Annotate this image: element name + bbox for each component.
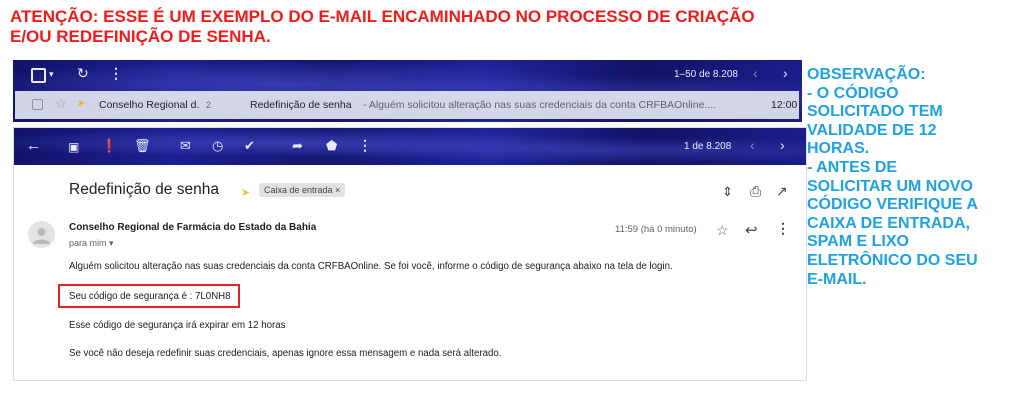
note-line: - ANTES DE [807,158,898,176]
open-new-window-icon[interactable]: ↗ [776,183,788,200]
note-line: HORAS. [807,140,870,158]
inbox-label-text: Caixa de entrada [264,185,333,195]
more-vert-icon[interactable]: ⋮ [776,220,790,237]
inbox-panel: ▾ ↻ ⋮ 1–50 de 8.208 ‹ › ☆ ➤ Conselho Reg… [13,60,802,122]
observation-note: OBSERVAÇÃO: - O CÓDIGO SOLICITADO TEM VA… [807,66,1017,289]
chevron-left-icon[interactable]: ‹ [750,137,755,153]
chevron-right-icon[interactable]: › [783,65,788,81]
mark-unread-icon[interactable]: ✉ [180,138,191,154]
body-line: Esse código de segurança irá expirar em … [69,320,286,331]
message-toolbar: ← ▣ ❗ 🗑 ✉ ◷ ✔ ➦ ⬟ ⋮ 1 de 8.208 ‹ › [14,128,806,165]
add-task-icon[interactable]: ✔ [244,138,255,154]
reply-icon[interactable]: ↩ [745,221,758,239]
inbox-label-chip[interactable]: Caixa de entrada × [259,183,346,197]
back-arrow-icon[interactable]: ← [26,138,41,154]
pagination-text: 1–50 de 8.208 [674,69,738,80]
security-code-line: Seu código de segurança é : 7L0NH8 [69,291,231,302]
note-line: CÓDIGO VERIFIQUE A [807,196,978,214]
row-thread-count: 2 [206,100,212,110]
note-line: SOLICITAR UM NOVO [807,177,973,195]
message-panel: ← ▣ ❗ 🗑 ✉ ◷ ✔ ➦ ⬟ ⋮ 1 de 8.208 ‹ › Redef… [13,127,807,381]
note-line: SPAM E LIXO [807,233,909,251]
body-line: Alguém solicitou alteração nas suas cred… [69,261,673,272]
report-spam-icon[interactable]: ❗ [101,138,117,154]
row-subject: Redefinição de senha [250,99,352,111]
star-icon[interactable]: ☆ [55,96,67,112]
move-to-icon[interactable]: ➦ [292,138,303,154]
importance-marker-icon[interactable]: ➤ [77,98,85,109]
refresh-icon[interactable]: ↻ [77,65,89,81]
message-pagination: 1 de 8.208 [684,141,732,152]
note-line: CAIXA DE ENTRADA, [807,214,970,232]
warning-banner: ATENÇÃO: ESSE É UM EXEMPLO DO E-MAIL ENC… [10,7,810,47]
row-sender: Conselho Regional d. [99,99,200,111]
select-all-checkbox[interactable] [31,68,46,83]
label-icon[interactable]: ⬟ [326,138,337,154]
row-time: 12:00 [771,99,798,111]
importance-marker-icon[interactable]: ➤ [241,186,250,199]
row-snippet: - Alguém solicitou alteração nas suas cr… [363,99,717,111]
chevron-right-icon[interactable]: › [780,137,785,153]
warning-line-2: E/OU REDEFINIÇÃO DE SENHA. [10,27,271,46]
chevron-down-icon[interactable]: ▾ [109,238,114,248]
more-vert-icon[interactable]: ⋮ [358,137,372,153]
chevron-down-icon[interactable]: ▾ [49,66,54,82]
avatar [28,221,55,248]
message-time: 11:59 (há 0 minuto) [615,224,697,235]
snooze-icon[interactable]: ◷ [212,138,223,154]
body-line: Se você não deseja redefinir suas creden… [69,348,502,359]
warning-line-1: ATENÇÃO: ESSE É UM EXEMPLO DO E-MAIL ENC… [10,7,755,26]
star-icon[interactable]: ☆ [716,222,729,239]
more-vert-icon[interactable]: ⋮ [109,65,123,81]
note-line: E-MAIL. [807,270,867,288]
recipient-text: para mim [69,238,107,248]
inbox-toolbar: ▾ ↻ ⋮ 1–50 de 8.208 ‹ › [13,60,802,89]
message-subject: Redefinição de senha [69,181,219,198]
delete-icon[interactable]: 🗑 [134,138,151,154]
email-row[interactable]: ☆ ➤ Conselho Regional d. 2 Redefinição d… [15,91,799,119]
note-line: VALIDADE DE 12 [807,121,937,139]
sender-name[interactable]: Conselho Regional de Farmácia do Estado … [69,222,316,233]
note-line: - O CÓDIGO [807,84,899,102]
note-line: SOLICITADO TEM [807,103,943,121]
row-checkbox[interactable] [32,99,43,110]
print-icon[interactable]: ⎙ [750,183,761,200]
note-line: ELETRÔNICO DO SEU [807,251,978,269]
archive-icon[interactable]: ▣ [68,139,79,155]
chevron-left-icon[interactable]: ‹ [753,65,758,81]
note-line: OBSERVAÇÃO: [807,66,926,83]
expand-collapse-icon[interactable]: ⇕ [722,184,733,200]
recipient-line[interactable]: para mim ▾ [69,238,114,249]
